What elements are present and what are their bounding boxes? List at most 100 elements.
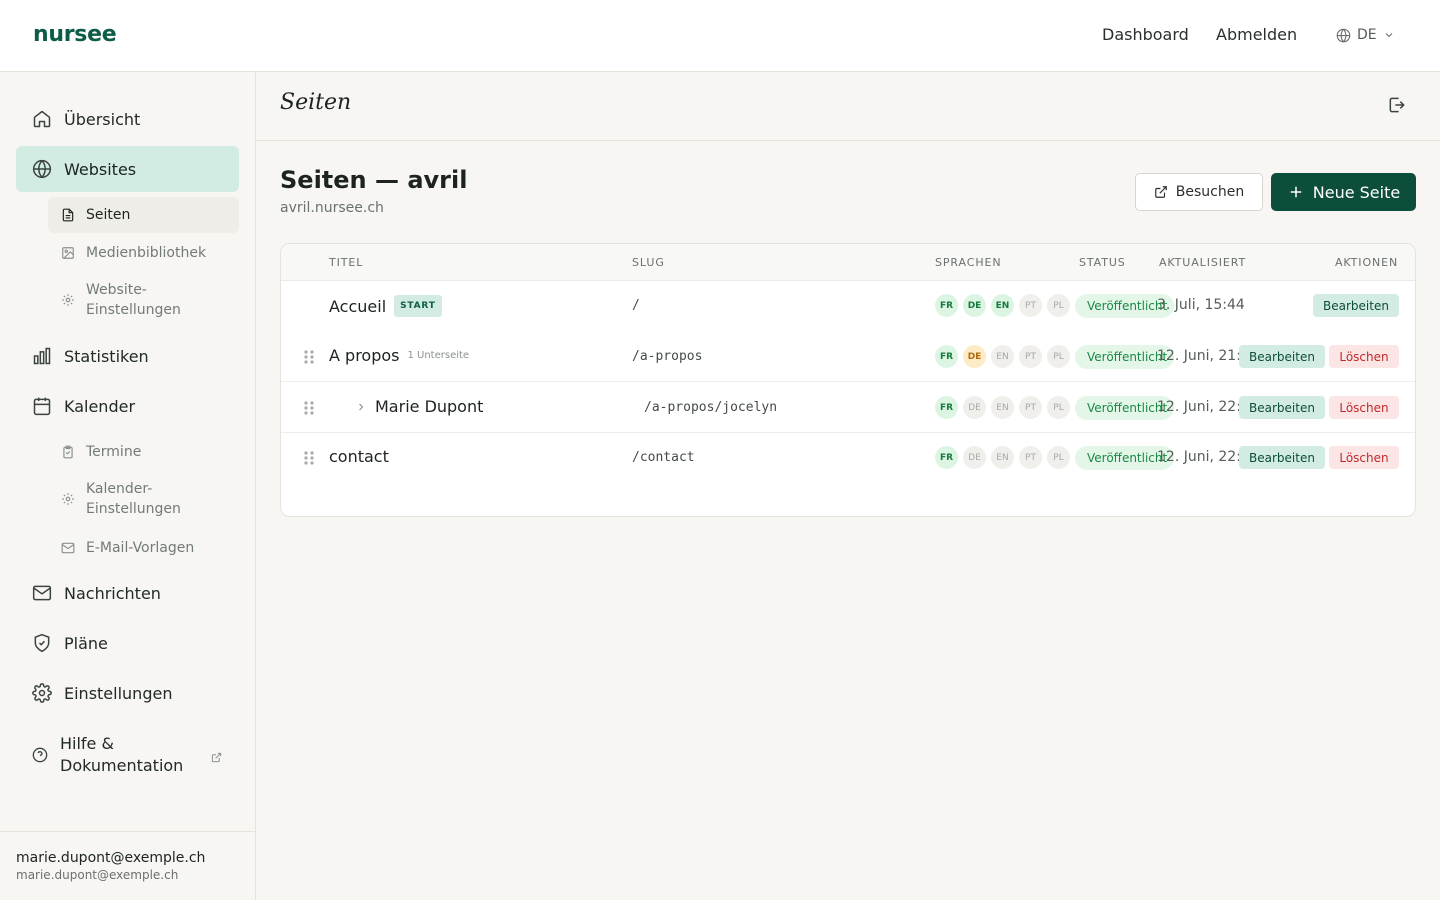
language-chip-pl[interactable]: PL (1047, 345, 1070, 368)
drag-handle-icon[interactable] (303, 349, 315, 365)
subpage-count: 1 Unterseite (407, 350, 470, 361)
sidebar-subitem-appointments[interactable]: Termine (48, 434, 239, 470)
chevron-down-icon (1385, 33, 1393, 38)
delete-button[interactable]: Löschen (1329, 345, 1399, 368)
page-header: Seiten (256, 72, 1440, 141)
dashboard-link[interactable]: Dashboard (1102, 25, 1189, 44)
image-icon (61, 246, 75, 260)
edit-button[interactable]: Bearbeiten (1239, 345, 1325, 368)
language-chip-pt[interactable]: PT (1019, 446, 1042, 469)
sidebar-item-label: Hilfe & Dokumentation (60, 734, 184, 775)
visit-button[interactable]: Besuchen (1135, 173, 1263, 211)
column-header-title[interactable]: TITEL (329, 256, 363, 269)
help-circle-icon (32, 747, 48, 763)
logout-link[interactable]: Abmelden (1216, 25, 1297, 44)
pages-table: TITEL SLUG SPRACHEN STATUS AKTUALISIERT … (280, 243, 1416, 517)
sidebar-item-label: Nachrichten (64, 583, 161, 603)
external-link-icon (1154, 186, 1167, 198)
sidebar-item-calendar[interactable]: Kalender (16, 383, 239, 429)
exit-icon[interactable] (1387, 95, 1409, 117)
table-row[interactable]: Accueil START / FR DE EN PT PL Veröffent… (281, 281, 1415, 331)
table-row[interactable]: contact /contact FR DE EN PT PL Veröffen… (281, 433, 1415, 483)
language-chip-pt[interactable]: PT (1019, 345, 1042, 368)
bar-chart-icon (32, 346, 52, 366)
edit-button[interactable]: Bearbeiten (1313, 294, 1399, 317)
user-name: marie.dupont@exemple.ch (16, 850, 206, 866)
sidebar-subitem-calendar-settings[interactable]: Kalender- Einstellungen (48, 476, 239, 522)
language-chips: FR DE EN PT PL (935, 345, 1070, 368)
language-chips: FR DE EN PT PL (935, 396, 1070, 419)
page-slug: /a-propos (632, 349, 703, 364)
language-chips: FR DE EN PT PL (935, 446, 1070, 469)
mail-icon (61, 541, 75, 555)
page-title-cell: Marie Dupont (355, 397, 483, 416)
user-email: marie.dupont@exemple.ch (16, 868, 179, 882)
edit-button[interactable]: Bearbeiten (1239, 446, 1325, 469)
plus-icon (1290, 186, 1302, 198)
language-chip-pl[interactable]: PL (1047, 294, 1070, 317)
page-header-title: Seiten (280, 90, 352, 115)
sidebar-item-messages[interactable]: Nachrichten (16, 570, 239, 616)
language-chip-fr[interactable]: FR (935, 294, 958, 317)
user-box[interactable]: marie.dupont@exemple.ch marie.dupont@exe… (0, 831, 255, 900)
logo[interactable]: nursee (33, 22, 117, 47)
language-chip-fr[interactable]: FR (935, 446, 958, 469)
page-name[interactable]: contact (329, 447, 389, 466)
new-page-button[interactable]: Neue Seite (1271, 173, 1416, 211)
language-chip-en[interactable]: EN (991, 345, 1014, 368)
external-link-icon (211, 748, 222, 767)
sidebar-subitem-pages[interactable]: Seiten (48, 197, 239, 233)
page-slug: /contact (632, 450, 695, 465)
language-chip-en[interactable]: EN (991, 294, 1014, 317)
delete-button[interactable]: Löschen (1329, 446, 1399, 469)
language-chip-de[interactable]: DE (963, 396, 986, 419)
sidebar-item-plans[interactable]: Pläne (16, 620, 239, 666)
language-chip-fr[interactable]: FR (935, 396, 958, 419)
drag-handle-icon[interactable] (303, 450, 315, 466)
delete-button[interactable]: Löschen (1329, 396, 1399, 419)
clipboard-icon (61, 445, 75, 459)
table-row[interactable]: Marie Dupont /a-propos/jocelyn FR DE EN … (281, 383, 1415, 433)
language-chip-fr[interactable]: FR (935, 345, 958, 368)
language-chip-de[interactable]: DE (963, 294, 986, 317)
language-chip-pl[interactable]: PL (1047, 396, 1070, 419)
page-title: Seiten — avril (280, 166, 468, 194)
page-name[interactable]: A propos (329, 346, 399, 365)
sidebar-item-overview[interactable]: Übersicht (16, 96, 239, 142)
edit-button[interactable]: Bearbeiten (1239, 396, 1325, 419)
language-chip-en[interactable]: EN (991, 396, 1014, 419)
language-selector[interactable]: DE (1336, 27, 1395, 43)
language-chip-pl[interactable]: PL (1047, 446, 1070, 469)
column-header-status[interactable]: STATUS (1079, 256, 1126, 269)
sidebar-subitem-label: Medienbibliothek (86, 245, 207, 261)
page-name[interactable]: Marie Dupont (375, 397, 483, 416)
sidebar-subitem-label: Website- Einstellungen (86, 282, 181, 318)
sidebar-subitem-media-library[interactable]: Medienbibliothek (48, 235, 239, 271)
sidebar-item-statistics[interactable]: Statistiken (16, 333, 239, 379)
table-row[interactable]: A propos 1 Unterseite /a-propos FR DE EN… (281, 332, 1415, 382)
language-chip-pt[interactable]: PT (1019, 396, 1042, 419)
sidebar-item-settings[interactable]: Einstellungen (16, 670, 239, 716)
column-header-updated[interactable]: AKTUALISIERT (1159, 256, 1246, 269)
column-header-slug[interactable]: SLUG (632, 256, 665, 269)
site-domain: avril.nursee.ch (280, 200, 384, 216)
chevron-right-icon[interactable] (355, 401, 367, 413)
sidebar-item-label: Kalender (64, 396, 136, 416)
sidebar-subitem-label: Seiten (86, 207, 131, 223)
language-chip-en[interactable]: EN (991, 446, 1014, 469)
column-header-actions: AKTIONEN (1335, 256, 1399, 269)
page-title-cell: contact (329, 447, 389, 466)
language-chip-de[interactable]: DE (963, 345, 986, 368)
page-slug: /a-propos/jocelyn (644, 400, 778, 415)
sidebar-item-label: Websites (64, 159, 137, 179)
language-chip-pt[interactable]: PT (1019, 294, 1042, 317)
sidebar-subitem-website-settings[interactable]: Website- Einstellungen (48, 277, 239, 323)
sidebar-item-websites[interactable]: Websites (16, 146, 239, 192)
sidebar-item-help[interactable]: Hilfe & Dokumentation (16, 727, 239, 783)
language-chip-de[interactable]: DE (963, 446, 986, 469)
sidebar-subitem-email-templates[interactable]: E-Mail-Vorlagen (48, 530, 239, 566)
column-header-languages[interactable]: SPRACHEN (935, 256, 1001, 269)
page-name[interactable]: Accueil (329, 297, 386, 316)
page-title-cell: A propos 1 Unterseite (329, 346, 469, 365)
drag-handle-icon[interactable] (303, 400, 315, 416)
